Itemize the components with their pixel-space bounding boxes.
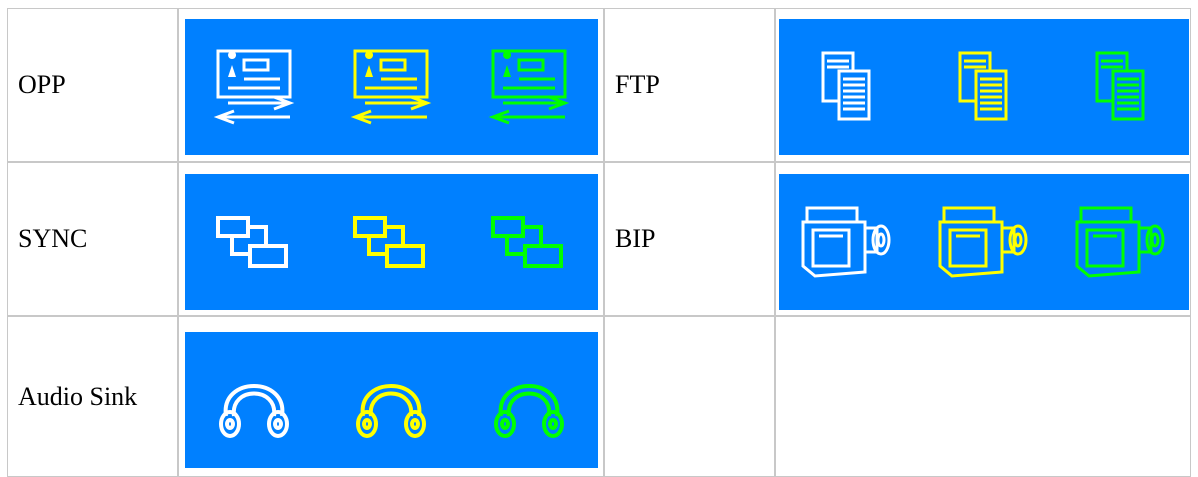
documents-icon-pressed [1095,51,1145,121]
profile-label-bip: BIP [615,224,656,253]
documents-icon-normal [821,51,871,121]
table-cell-icons-bip [775,162,1191,316]
documents-icon-focused [958,51,1008,121]
camera-icon-focused [938,206,1028,278]
table-cell-icons-opp [178,8,604,162]
profile-label-sync: SYNC [18,224,88,253]
table-cell-label-ftp: FTP [604,8,775,162]
profile-label-opp: OPP [18,70,66,99]
headphones-icon-normal [218,384,289,438]
audio-sink-icon-panel [185,332,598,468]
table-cell-empty [775,316,1191,477]
table-cell-label-bip: BIP [604,162,775,316]
business-card-transfer-icon-pressed [488,49,570,125]
opp-icon-panel [185,19,598,155]
table-cell-icons-sync [178,162,604,316]
profile-label-audio-sink: Audio Sink [18,381,138,411]
business-card-transfer-icon-focused [351,49,432,125]
business-card-transfer-icon-normal [213,49,295,125]
bip-icon-panel [779,174,1189,310]
sync-icon-normal [215,216,288,268]
table-cell-label-sync: SYNC [7,162,178,316]
table-cell-icons-audio-sink [178,316,604,477]
headphones-icon-focused [356,384,427,438]
table-cell-empty-label [604,316,775,477]
sync-icon-focused [353,216,426,268]
table-cell-icons-ftp [775,8,1191,162]
profile-label-ftp: FTP [615,70,660,99]
headphones-icon-pressed [494,384,565,438]
sync-icon-pressed [491,216,564,268]
ftp-icon-panel [779,19,1189,155]
table-cell-label-opp: OPP [7,8,178,162]
sync-icon-panel [185,174,598,310]
table-cell-label-audio-sink: Audio Sink [7,316,178,477]
camera-icon-normal [801,206,891,278]
camera-icon-pressed [1075,206,1165,278]
